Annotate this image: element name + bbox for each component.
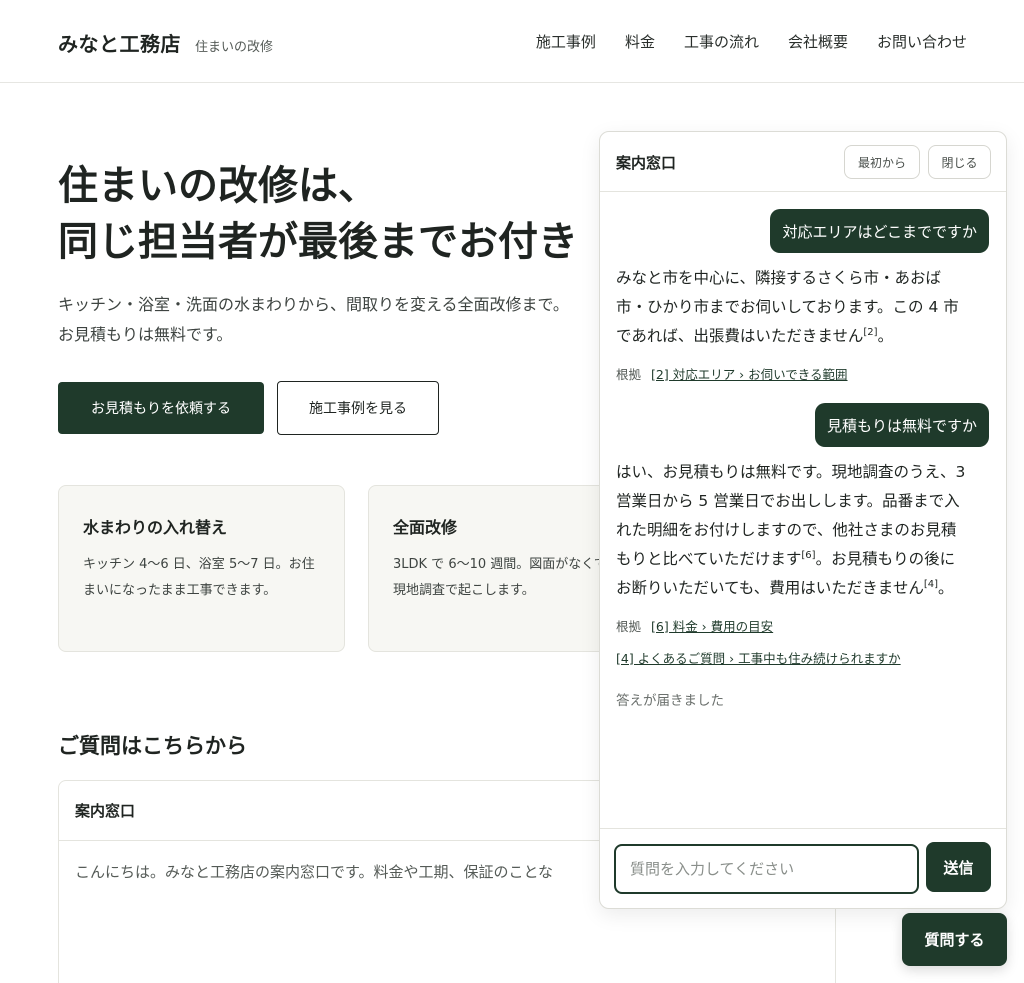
answer-line: お断りいただいても、費用はいただきません[4]。 [616,574,992,603]
source-label: 根拠 [616,367,642,382]
answer-line: 市・ひかり市までお伺いしております。この 4 市 [616,298,959,316]
answer-text: 。お見積もりの後に [815,550,956,568]
hero-lead: キッチン・浴室・洗面の水まわりから、間取りを変える全面改修まで。 お見積もりは無… [58,290,618,350]
question-input[interactable] [614,844,919,894]
answer-line: はい、お見積もりは無料です。現地調査のうえ、3 [616,463,966,481]
answer-text: もりと比べていただけます [616,550,802,568]
citation-ref[interactable]: [6] [801,550,815,561]
chat-header: 案内窓口 最初から 閉じる [600,132,1006,192]
assistant-message: はい、お見積もりは無料です。現地調査のうえ、3 営業日から 5 営業日でお出しし… [616,458,992,603]
card-body: 3LDK で 6〜10 週間。図面がなくても現地調査で起こします。 [393,557,620,598]
nav-item-process[interactable]: 工事の流れ [684,31,759,52]
assistant-message: みなと市を中心に、隣接するさくら市・あおば 市・ひかり市までお伺いしております。… [616,264,992,351]
view-cases-button[interactable]: 施工事例を見る [277,381,439,435]
close-button[interactable]: 閉じる [928,145,991,179]
hero-lead-line-1: キッチン・浴室・洗面の水まわりから、間取りを変える全面改修まで。 [58,295,569,314]
send-button[interactable]: 送信 [926,842,991,892]
hero-title-line-2: 同じ担当者が最後までお付き [58,219,578,265]
request-estimate-button[interactable]: お見積もりを依頼する [58,382,264,434]
chat-title: 案内窓口 [616,154,677,172]
answer-line: もりと比べていただけます[6]。お見積もりの後に [616,545,992,574]
source-link[interactable]: [2] 対応エリア › お伺いできる範囲 [651,367,848,382]
brand-tagline: 住まいの改修 [195,40,274,55]
nav-item-cases[interactable]: 施工事例 [536,31,596,52]
source-row: 根拠 [2] 対応エリア › お伺いできる範囲 [616,364,848,383]
answer-text: であれば、出張費はいただきません [616,327,864,345]
brand[interactable]: みなと工務店 住まいの改修 [58,28,273,57]
source-label: 根拠 [616,619,642,634]
ask-question-button[interactable]: 質問する [902,913,1007,966]
answer-text: 。 [938,579,954,597]
nav-item-pricing[interactable]: 料金 [625,31,655,52]
card-title: 全面改修 [393,518,458,537]
answer-text: 。 [877,327,894,345]
source-row: [4] よくあるご質問 › 工事中も住み続けられますか [616,648,901,667]
nav-item-contact[interactable]: お問い合わせ [877,31,967,52]
main-nav: 施工事例 料金 工事の流れ 会社概要 お問い合わせ [536,31,967,52]
citation-ref[interactable]: [2] [863,327,877,338]
chat-composer: 送信 [600,828,1006,908]
chat-panel: 案内窓口 最初から 閉じる 対応エリアはどこまでですか みなと市を中心に、隣接す… [599,131,1007,909]
user-message: 対応エリアはどこまでですか [770,209,989,253]
source-link[interactable]: [4] よくあるご質問 › 工事中も住み続けられますか [616,651,901,666]
service-card-plumbing: 水まわりの入れ替え キッチン 4〜6 日、浴室 5〜7 日。お住まいになったまま… [58,485,345,652]
nav-item-company[interactable]: 会社概要 [788,31,848,52]
brand-name: みなと工務店 [58,32,181,56]
user-message: 見積もりは無料ですか [814,403,989,447]
answer-text: お断りいただいても、費用はいただきません [616,579,924,597]
answer-line: 営業日から 5 営業日でお出しします。品番まで入 [616,492,960,510]
source-link[interactable]: [6] 料金 › 費用の目安 [651,619,773,634]
card-body: キッチン 4〜6 日、浴室 5〜7 日。お住まいになったまま工事できます。 [83,557,315,598]
qa-heading: ご質問はこちらから [58,734,247,758]
source-row: 根拠 [6] 料金 › 費用の目安 [616,616,773,635]
chat-status: 答えが届きました [616,693,724,709]
site-header: みなと工務店 住まいの改修 施工事例 料金 工事の流れ 会社概要 お問い合わせ [0,0,1024,83]
hero-title-line-1: 住まいの改修は、 [58,163,378,209]
hero-title: 住まいの改修は、 同じ担当者が最後までお付き [58,158,658,270]
restart-button[interactable]: 最初から [844,145,920,179]
card-title: 水まわりの入れ替え [83,518,228,537]
hero-lead-line-2: お見積もりは無料です。 [58,325,233,344]
answer-line: であれば、出張費はいただきません[2]。 [616,322,992,351]
citation-ref[interactable]: [4] [924,579,938,590]
answer-line: みなと市を中心に、隣接するさくら市・あおば [616,269,942,287]
answer-line: れた明細をお付けしますので、他社さまのお見積 [616,521,957,539]
